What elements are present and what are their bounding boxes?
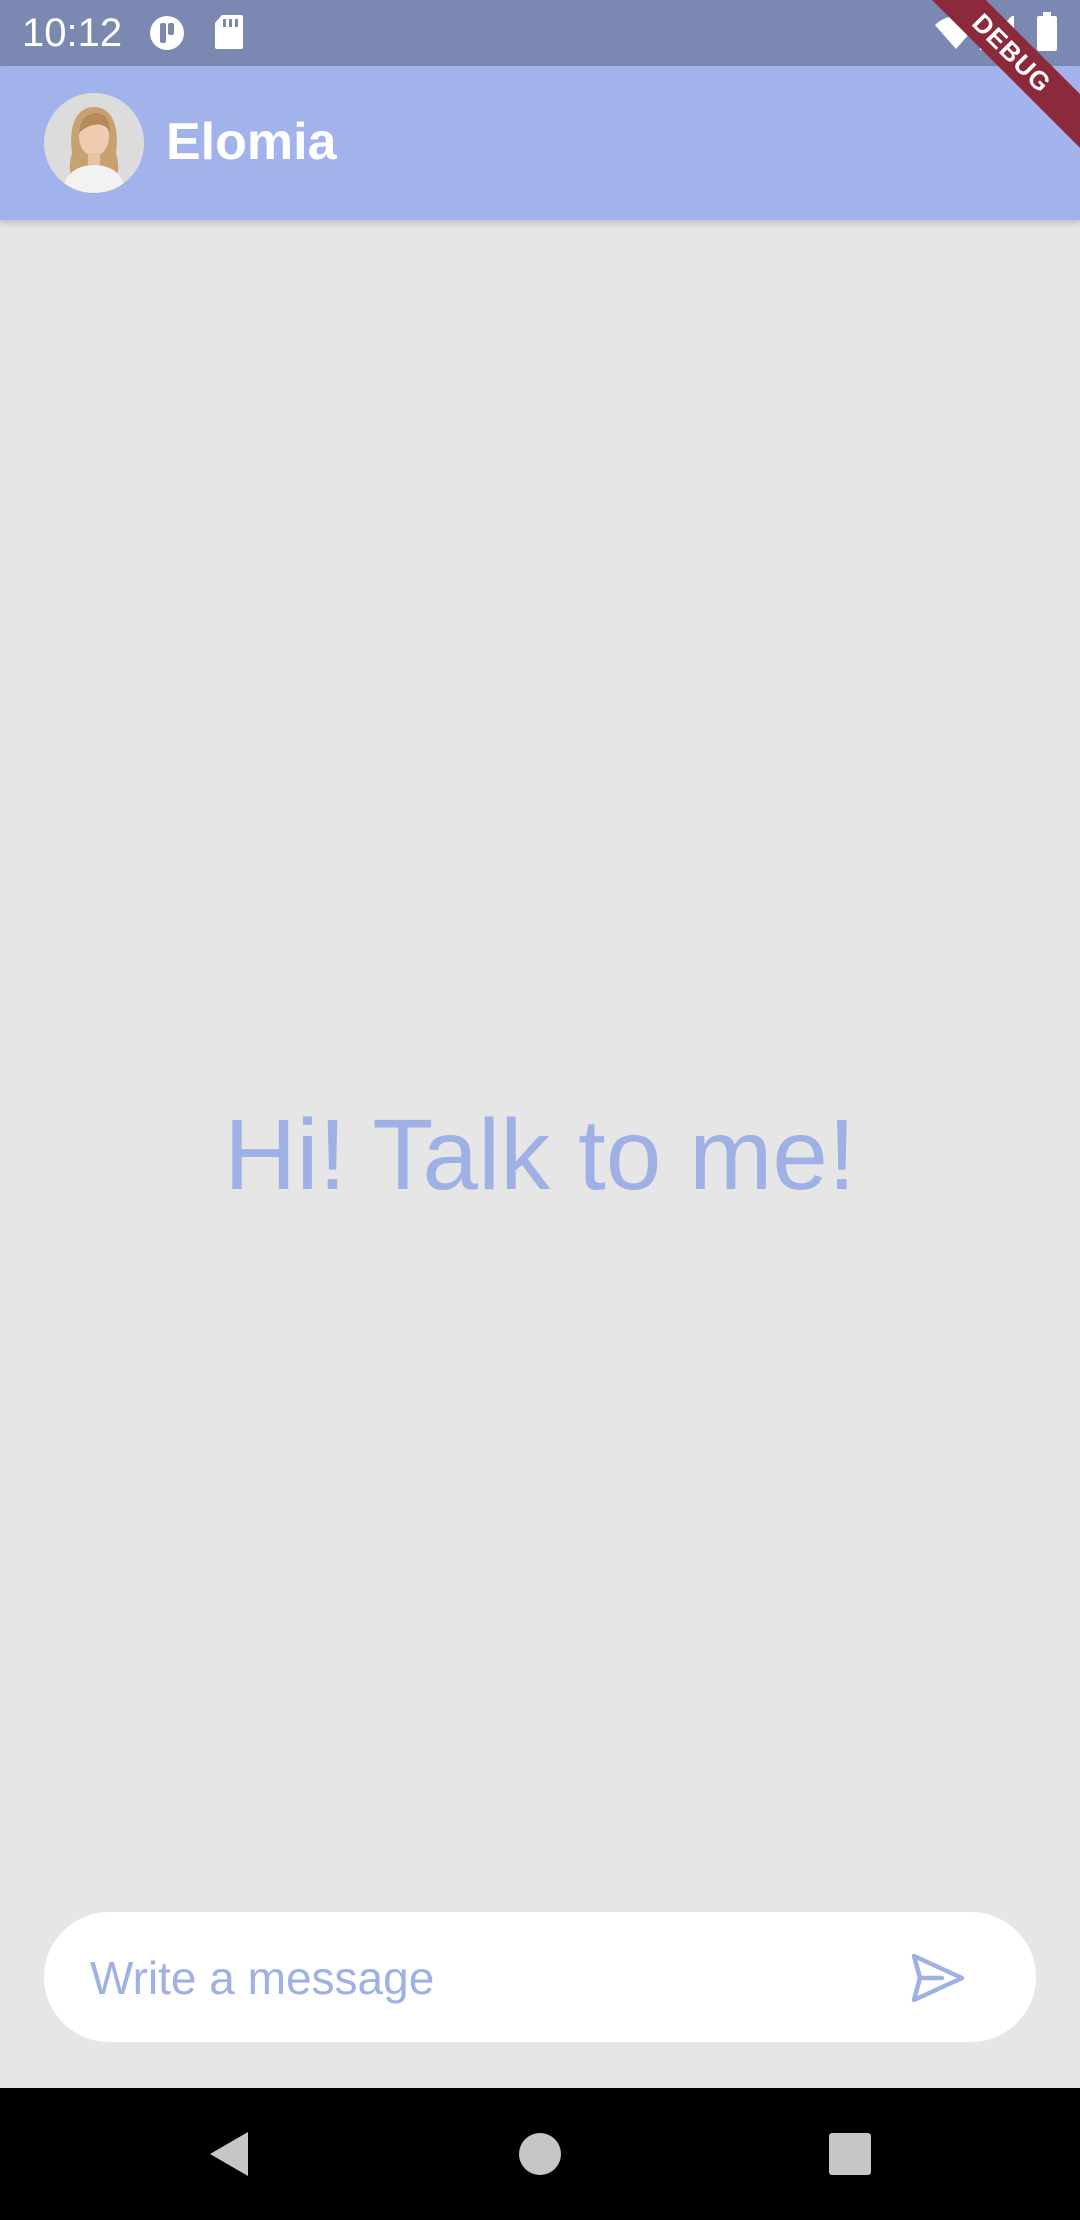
back-icon (210, 2132, 248, 2176)
recents-icon (829, 2133, 871, 2175)
app-notification-icon (148, 14, 186, 57)
status-time: 10:12 (22, 11, 123, 55)
back-button[interactable] (204, 2128, 256, 2180)
app-title: Elomia (166, 113, 337, 171)
app-bar: Elomia (0, 66, 1080, 220)
send-icon (911, 1953, 965, 2003)
app-screen: 10:12 DEBUG Elomia Hi! Talk to me! Write… (0, 0, 1080, 2220)
recents-button[interactable] (824, 2128, 876, 2180)
system-navigation-bar (0, 2088, 1080, 2220)
profile-photo-icon (44, 93, 144, 193)
battery-icon (1036, 12, 1058, 57)
status-bar: 10:12 (0, 0, 1080, 66)
home-icon (519, 2133, 561, 2175)
sd-card-icon (214, 14, 244, 55)
send-button[interactable] (908, 1948, 968, 2008)
home-button[interactable] (514, 2128, 566, 2180)
avatar[interactable] (44, 93, 144, 193)
message-input[interactable] (88, 1942, 892, 2014)
empty-chat-message: Hi! Talk to me! (224, 1099, 856, 1211)
message-composer (44, 1912, 1036, 2042)
